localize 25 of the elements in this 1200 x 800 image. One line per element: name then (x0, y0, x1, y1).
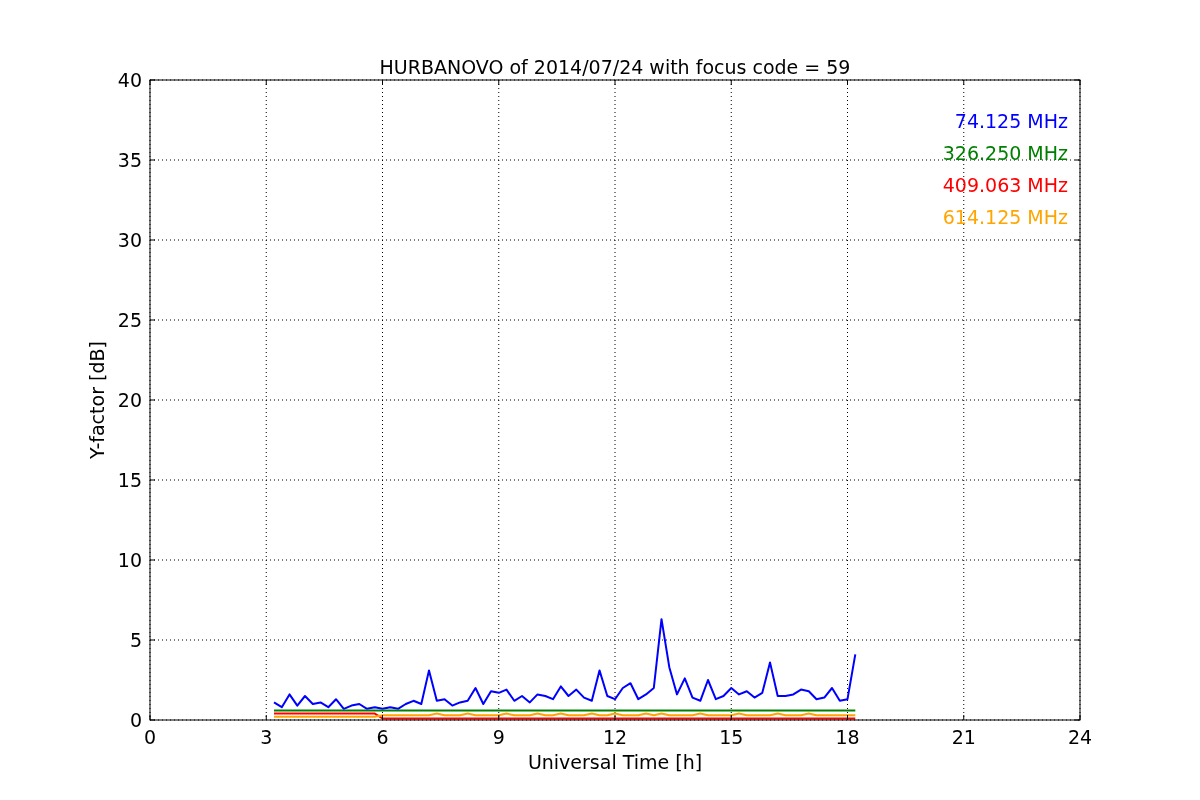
x-tick-label: 12 (602, 726, 628, 748)
legend-label: 409.063 MHz (942, 174, 1068, 196)
y-tick-label: 5 (129, 629, 142, 651)
legend-label: 74.125 MHz (954, 110, 1068, 132)
x-tick-label: 9 (492, 726, 505, 748)
y-tick-label: 25 (117, 309, 142, 331)
x-tick-label: 24 (1067, 726, 1093, 748)
y-tick-label: 40 (117, 69, 142, 91)
legend-label: 326.250 MHz (942, 142, 1068, 164)
x-tick-label: 15 (719, 726, 744, 748)
y-tick-label: 20 (117, 389, 142, 411)
x-tick-label: 0 (143, 726, 157, 748)
y-tick-label: 35 (117, 149, 142, 171)
x-axis-label: Universal Time [h] (527, 751, 703, 773)
chart-title: HURBANOVO of 2014/07/24 with focus code = 59 (379, 56, 851, 78)
x-tick-label: 21 (951, 726, 976, 748)
y-axis-label: Y-factor [dB] (86, 341, 108, 459)
x-tick-label: 6 (376, 726, 389, 748)
x-tick-label: 18 (835, 726, 860, 748)
y-tick-label: 0 (129, 709, 142, 731)
y-tick-label: 15 (117, 469, 142, 491)
y-tick-label: 10 (117, 549, 142, 571)
legend-label: 614.125 MHz (942, 206, 1068, 228)
x-tick-label: 3 (260, 726, 273, 748)
y-tick-label: 30 (117, 229, 142, 251)
